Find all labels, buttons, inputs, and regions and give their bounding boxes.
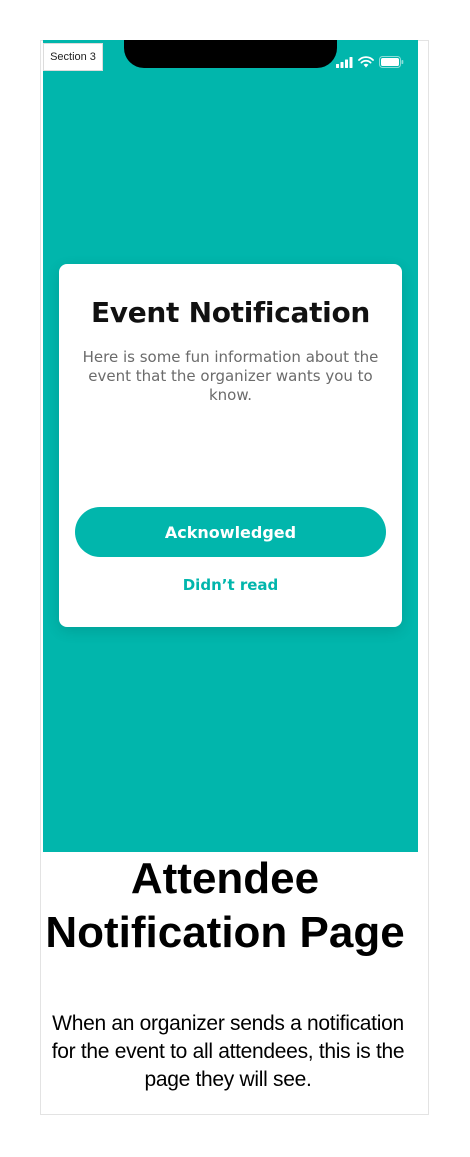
wifi-icon [358, 56, 374, 68]
battery-icon [379, 56, 404, 68]
caption-description: When an organizer sends a notification f… [51, 1012, 405, 1091]
phone-screen: Event Notification Here is some fun info… [43, 40, 418, 852]
cellular-signal-icon [336, 56, 353, 68]
notification-modal: Event Notification Here is some fun info… [59, 264, 402, 627]
status-bar [336, 56, 404, 68]
modal-body-text: Here is some fun information about the e… [82, 348, 379, 404]
didnt-read-link[interactable]: Didn’t read [59, 576, 402, 594]
acknowledged-button[interactable]: Acknowledged [75, 507, 386, 557]
caption-title: Attendee Notification Page [45, 854, 405, 957]
modal-title: Event Notification [90, 296, 371, 329]
device-notch [124, 40, 337, 68]
section-label: Section 3 [43, 43, 103, 71]
